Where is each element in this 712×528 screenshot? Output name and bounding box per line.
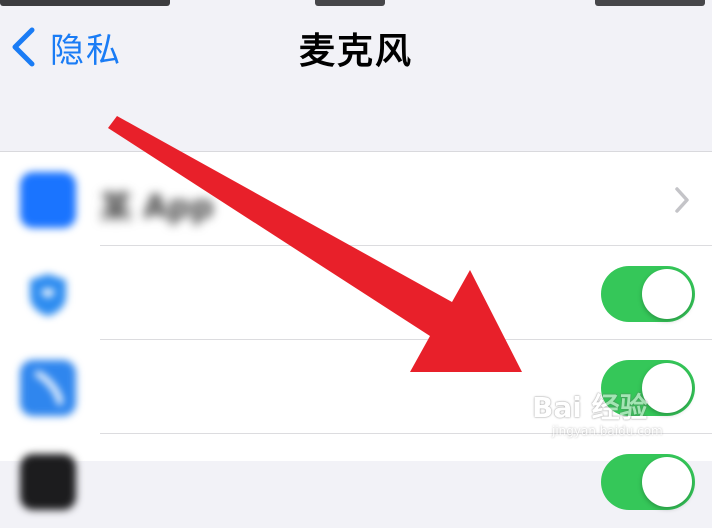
app-icon bbox=[20, 454, 76, 510]
app-row-2 bbox=[0, 246, 712, 340]
blue-app-icon bbox=[35, 371, 63, 405]
app-icon bbox=[20, 266, 76, 322]
app-row-1[interactable]: 某 App bbox=[0, 152, 712, 246]
baidu-watermark: Bai 经验 jingyan.baidu.com bbox=[532, 386, 707, 442]
app-name: 某 App bbox=[100, 188, 214, 226]
navigation-bar: 隐私 麦克风 bbox=[0, 0, 712, 100]
watermark-url: jingyan.baidu.com bbox=[552, 424, 663, 438]
page-title: 麦克风 bbox=[298, 31, 413, 72]
toggle-knob bbox=[642, 269, 692, 319]
app-icon bbox=[20, 172, 76, 228]
chevron-right-icon bbox=[675, 187, 689, 213]
app-icon bbox=[20, 360, 76, 416]
microphone-access-toggle[interactable] bbox=[601, 454, 695, 510]
app-row-4 bbox=[0, 434, 712, 528]
shield-app-icon bbox=[30, 274, 66, 316]
toggle-knob bbox=[642, 457, 692, 507]
microphone-access-toggle[interactable] bbox=[601, 266, 695, 322]
watermark-text: Bai 经验 bbox=[532, 391, 648, 424]
